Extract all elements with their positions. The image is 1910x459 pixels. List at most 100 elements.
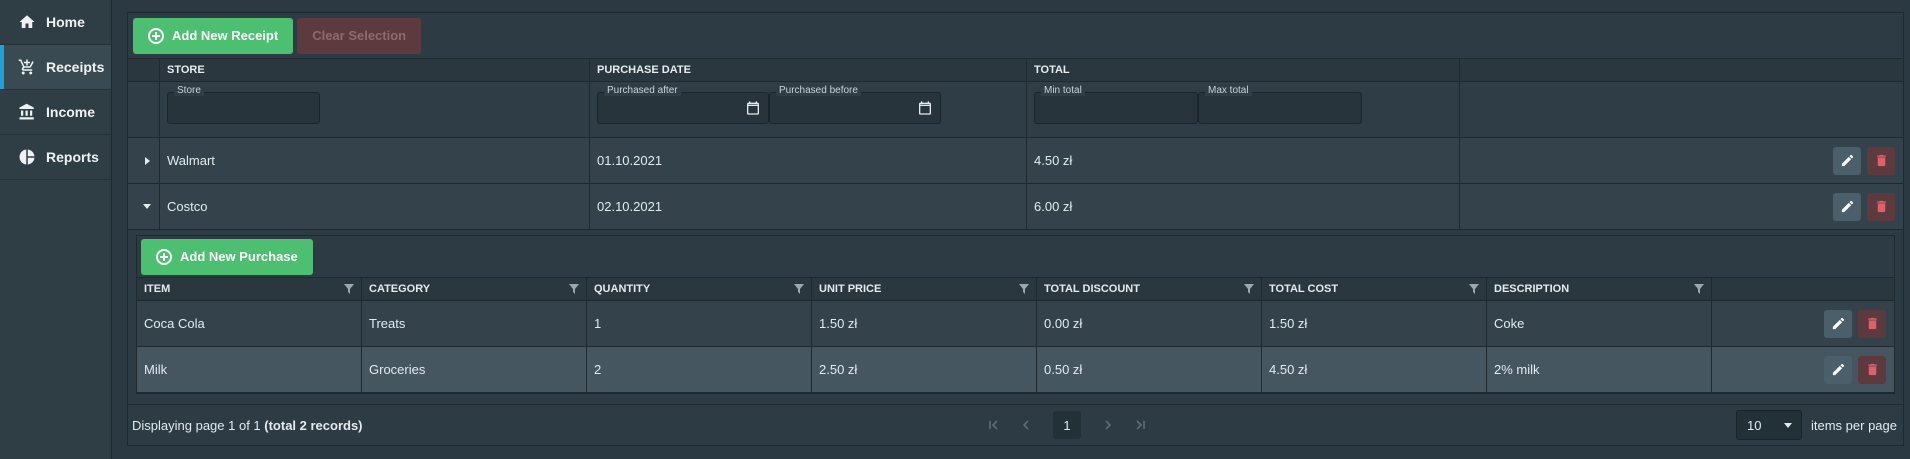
add-receipt-button[interactable]: Add New Receipt [133, 17, 294, 54]
edit-purchase-button[interactable] [1824, 309, 1852, 338]
column-header-quantity[interactable]: QUANTITY [587, 278, 812, 300]
purchased-after-input[interactable]: Purchased after [597, 85, 769, 124]
column-header-purchase-date[interactable]: PURCHASE DATE [590, 59, 1027, 81]
sidebar-item-reports[interactable]: Reports [0, 135, 111, 180]
calendar-icon[interactable] [917, 100, 933, 116]
column-header-total[interactable]: TOTAL [1027, 59, 1460, 81]
chevron-left-icon [1022, 420, 1029, 430]
calendar-icon[interactable] [745, 100, 761, 116]
column-header-description[interactable]: DESCRIPTION [1487, 278, 1712, 300]
expand-down-icon [143, 204, 151, 209]
sidebar-item-label: Receipts [46, 59, 105, 75]
total-cost-cell: 1.50 zł [1262, 301, 1487, 346]
column-header-category[interactable]: CATEGORY [362, 278, 587, 300]
per-page-select[interactable]: 10 [1736, 410, 1802, 440]
table-row[interactable]: Walmart 01.10.2021 4.50 zł [128, 138, 1903, 184]
sidebar-item-home[interactable]: Home [0, 0, 111, 45]
clear-selection-label: Clear Selection [312, 28, 407, 43]
page-info-prefix: Displaying page 1 of 1 [132, 417, 265, 433]
chevron-down-icon [1784, 422, 1792, 428]
column-header-label: UNIT PRICE [819, 283, 882, 295]
column-header-total-cost[interactable]: TOTAL COST [1262, 278, 1487, 300]
delete-receipt-button[interactable] [1867, 146, 1895, 175]
sidebar-item-receipts[interactable]: Receipts [0, 45, 111, 90]
purchased-before-label: Purchased before [776, 85, 861, 96]
date-cell: 01.10.2021 [590, 138, 1027, 183]
clear-selection-button[interactable]: Clear Selection [297, 17, 422, 54]
sidebar: Home Receipts Income Reports [0, 0, 112, 459]
receipts-table: STORE PURCHASE DATE TOTAL Store Purchase… [128, 59, 1903, 394]
edit-receipt-button[interactable] [1833, 192, 1861, 221]
total-cost-cell: 4.50 zł [1262, 347, 1487, 392]
row-expander[interactable] [128, 184, 160, 229]
filter-row: Store Purchased after Purchased before M… [128, 82, 1903, 138]
store-filter-input[interactable]: Store [167, 85, 320, 124]
pencil-icon [1832, 317, 1844, 330]
column-header-label: ITEM [144, 283, 171, 295]
column-header-label: QUANTITY [594, 283, 651, 295]
table-row[interactable]: Milk Groceries 2 2.50 zł 0.50 zł 4.50 zł… [137, 347, 1894, 393]
pie-chart-icon [19, 149, 35, 165]
column-header-label: DESCRIPTION [1494, 283, 1570, 295]
sidebar-item-income[interactable]: Income [0, 90, 111, 135]
edit-purchase-button[interactable] [1824, 355, 1852, 384]
category-cell: Groceries [362, 347, 587, 392]
next-page-button[interactable] [1095, 412, 1121, 438]
row-actions [1712, 347, 1894, 392]
purchases-toolbar: Add New Purchase [137, 236, 1894, 278]
edit-receipt-button[interactable] [1833, 146, 1861, 175]
row-actions [1460, 184, 1903, 229]
add-receipt-label: Add New Receipt [172, 28, 279, 43]
filter-icon[interactable] [344, 284, 354, 294]
filter-icon[interactable] [1244, 284, 1254, 294]
add-purchase-label: Add New Purchase [180, 249, 298, 264]
filter-spacer [128, 82, 160, 137]
filter-icon[interactable] [1469, 284, 1479, 294]
row-actions [1460, 138, 1903, 183]
delete-purchase-button[interactable] [1858, 355, 1886, 384]
column-header-actions [1460, 59, 1903, 81]
trash-icon [1867, 363, 1877, 376]
delete-receipt-button[interactable] [1867, 192, 1895, 221]
column-header-total-discount[interactable]: TOTAL DISCOUNT [1037, 278, 1262, 300]
store-cell: Costco [160, 184, 590, 229]
max-total-label: Max total [1205, 85, 1252, 96]
max-total-input[interactable]: Max total [1198, 85, 1362, 124]
item-cell: Milk [137, 347, 362, 392]
purchased-before-input[interactable]: Purchased before [769, 85, 941, 124]
receipts-toolbar: Add New Receipt Clear Selection [128, 13, 1903, 59]
trash-icon [1867, 317, 1877, 330]
store-cell: Walmart [160, 138, 590, 183]
pencil-icon [1832, 363, 1844, 376]
unit-price-cell: 2.50 zł [812, 347, 1037, 392]
chevron-right-icon [1105, 420, 1112, 430]
filter-icon[interactable] [569, 284, 579, 294]
table-row[interactable]: Costco 02.10.2021 6.00 zł [128, 184, 1903, 230]
column-header-store[interactable]: STORE [160, 59, 590, 81]
first-page-icon [989, 420, 998, 430]
plus-circle-icon [148, 27, 164, 44]
page-info-total: (total 2 records) [264, 417, 363, 433]
pencil-icon [1841, 154, 1853, 167]
per-page: 10 items per page [1736, 410, 1897, 440]
last-page-button[interactable] [1127, 412, 1153, 438]
delete-purchase-button[interactable] [1858, 309, 1886, 338]
prev-page-button[interactable] [1013, 412, 1039, 438]
min-total-input[interactable]: Min total [1034, 85, 1198, 124]
row-expander[interactable] [128, 138, 160, 183]
filter-icon[interactable] [1019, 284, 1029, 294]
page-button-current[interactable]: 1 [1053, 411, 1081, 439]
filter-icon[interactable] [1694, 284, 1704, 294]
plus-circle-icon [156, 248, 172, 265]
column-header-actions [1712, 278, 1894, 300]
first-page-button[interactable] [981, 412, 1007, 438]
total-cell: 4.50 zł [1027, 138, 1460, 183]
column-header-unit-price[interactable]: UNIT PRICE [812, 278, 1037, 300]
item-cell: Coca Cola [137, 301, 362, 346]
total-cell: 6.00 zł [1027, 184, 1460, 229]
column-header-item[interactable]: ITEM [137, 278, 362, 300]
paginator: Displaying page 1 of 1 (total 2 records)… [128, 404, 1903, 445]
add-purchase-button[interactable]: Add New Purchase [141, 238, 313, 275]
filter-icon[interactable] [794, 284, 804, 294]
table-row[interactable]: Coca Cola Treats 1 1.50 zł 0.00 zł 1.50 … [137, 301, 1894, 347]
